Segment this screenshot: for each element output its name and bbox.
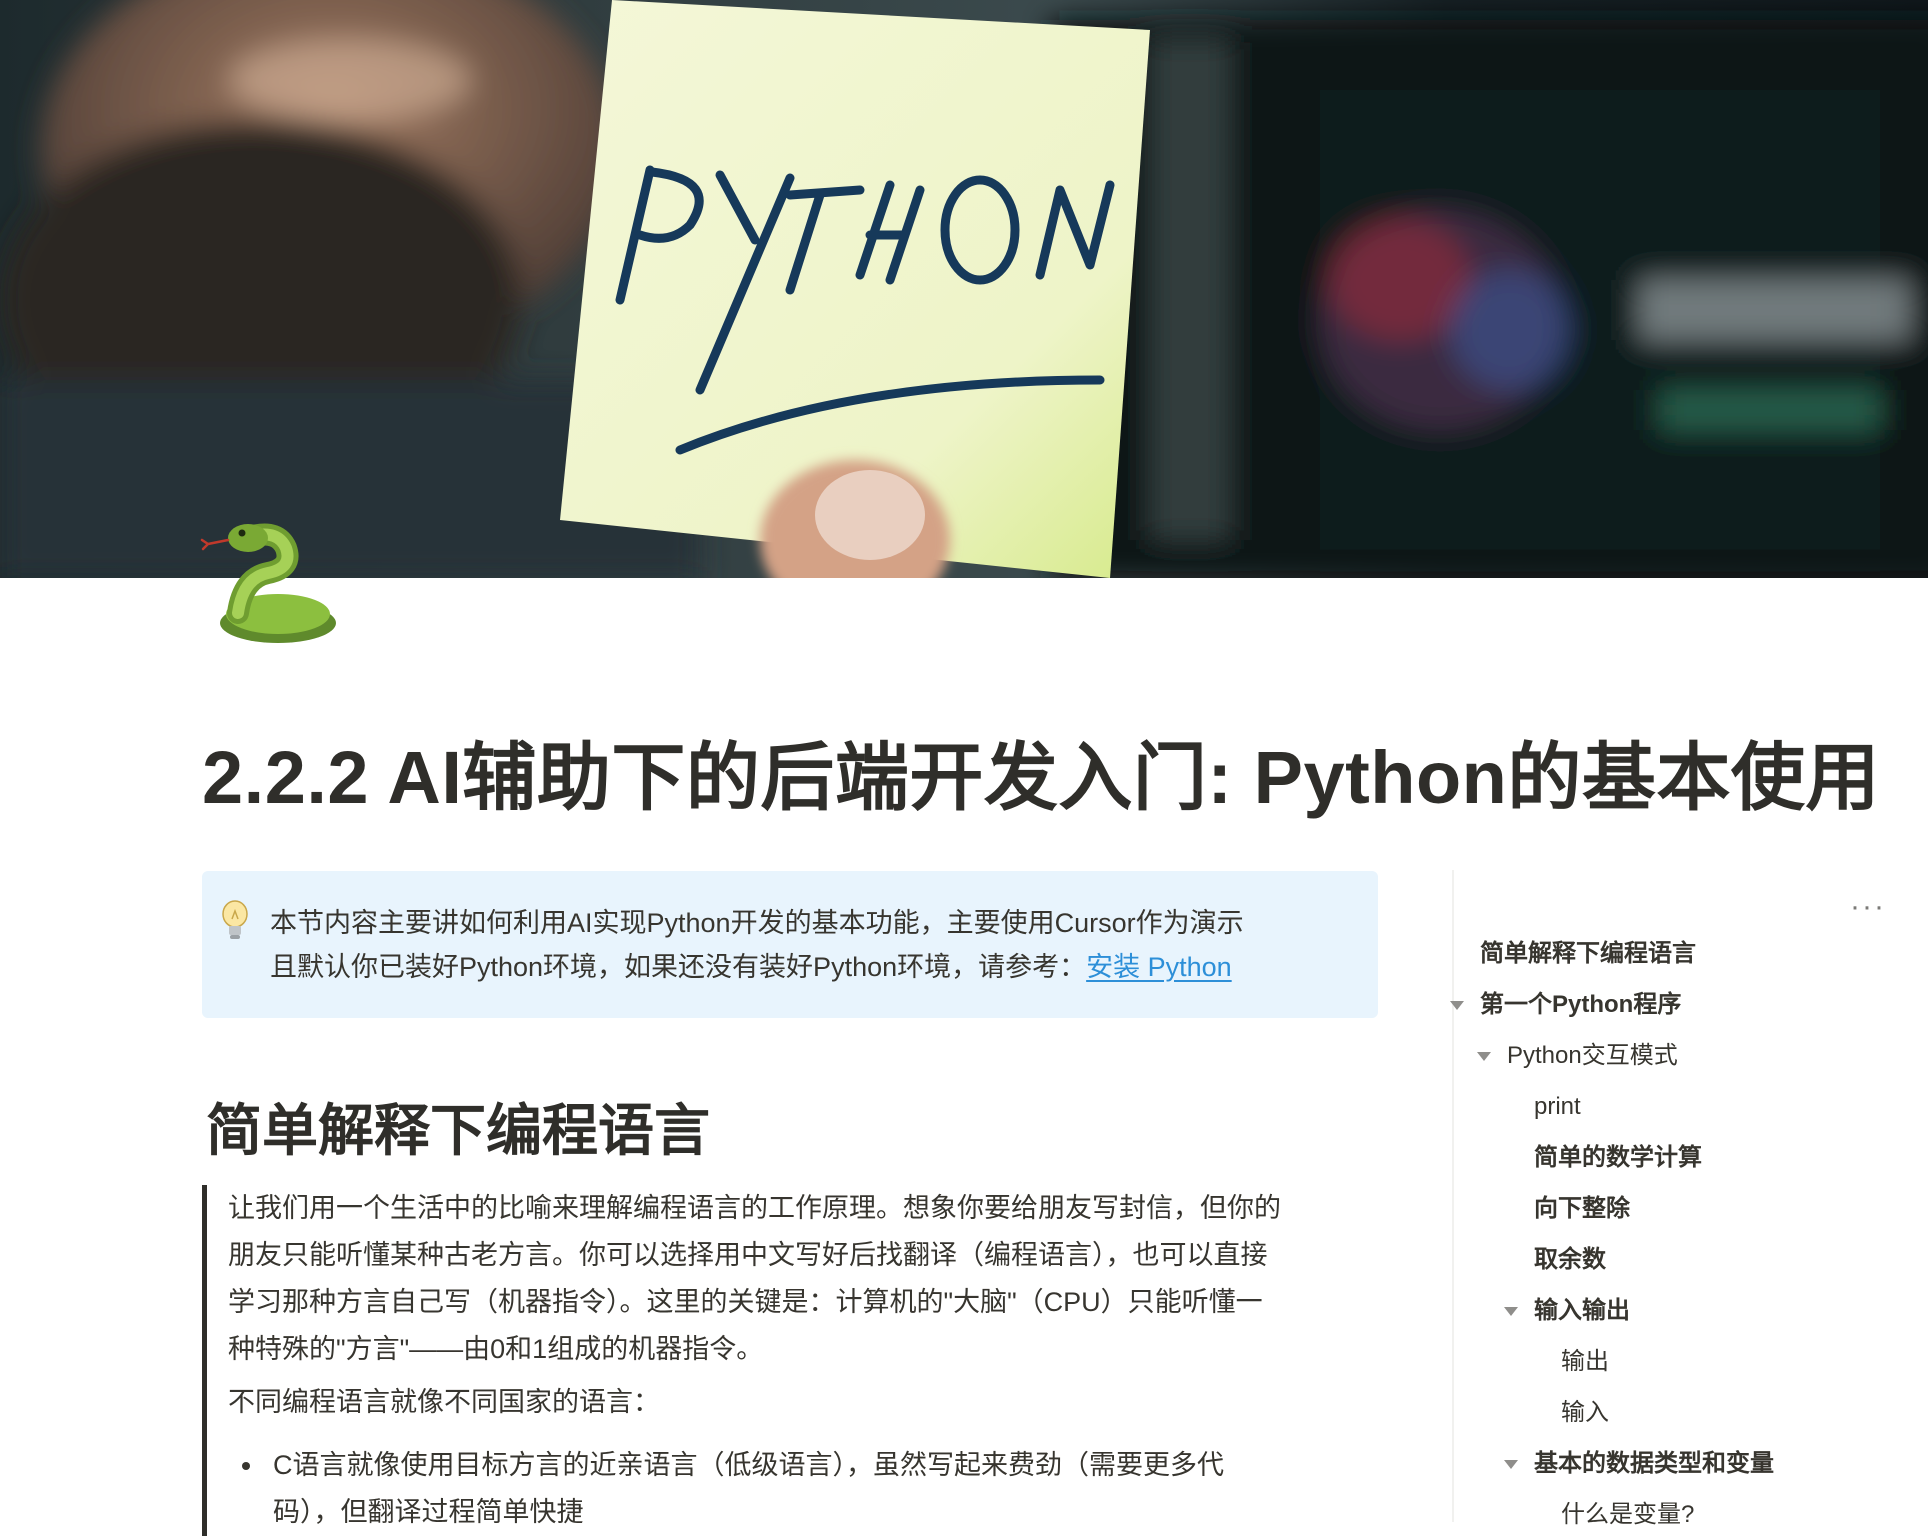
toc-item[interactable]: print	[1534, 1091, 1581, 1123]
toggle-triangle-icon[interactable]	[1504, 1307, 1518, 1316]
toc-item[interactable]: 输入	[1561, 1397, 1609, 1429]
quote-paragraph-1: 让我们用一个生活中的比喻来理解编程语言的工作原理。想象你要给朋友写封信，但你的 …	[228, 1185, 1382, 1373]
toc-item-label: 基本的数据类型和变量	[1534, 1450, 1774, 1477]
toggle-triangle-icon[interactable]	[1504, 1460, 1518, 1469]
toc-item[interactable]: 基本的数据类型和变量	[1504, 1448, 1774, 1480]
toc-item-label: 取余数	[1534, 1246, 1606, 1273]
toc-item[interactable]: 什么是变量?	[1561, 1499, 1694, 1531]
toggle-triangle-icon[interactable]	[1450, 1001, 1464, 1010]
page-title[interactable]: 2.2.2 AI辅助下的后端开发入门: Python的基本使用	[202, 718, 1880, 825]
quote-paragraph-2: 不同编程语言就像不同国家的语言：	[228, 1387, 660, 1417]
toc-item[interactable]: 向下整除	[1534, 1193, 1630, 1225]
quote-p1-line: 种特殊的"方言"——由0和1组成的机器指令。	[228, 1334, 764, 1364]
bullet-line: C语言就像使用目标方言的近亲语言（低级语言），虽然写起来费劲（需要更多代	[273, 1450, 1224, 1480]
callout-line-2: 且默认你已装好Python环境，如果还没有装好Python环境，请参考：安装 P…	[270, 945, 1244, 989]
toc-item[interactable]: Python交互模式	[1477, 1040, 1678, 1072]
lightbulb-icon	[220, 899, 250, 943]
toc-item-label: 输入	[1561, 1399, 1609, 1426]
callout-line-2-prefix: 且默认你已装好Python环境，如果还没有装好Python环境，请参考：	[270, 952, 1087, 982]
quote-p1-line: 学习那种方言自己写（机器指令）。这里的关键是：计算机的"大脑"（CPU）只能听懂…	[228, 1287, 1263, 1317]
toc-item[interactable]: 输入输出	[1504, 1295, 1630, 1327]
toc-item-label: 第一个Python程序	[1480, 991, 1682, 1018]
quote-p1-line: 朋友只能听懂某种古老方言。你可以选择用中文写好后找翻译（编程语言），也可以直接	[228, 1240, 1268, 1270]
toc-item-label: 什么是变量?	[1561, 1501, 1695, 1528]
cover-image[interactable]	[0, 0, 1928, 578]
snake-emoji-icon[interactable]	[198, 518, 348, 648]
more-options-icon[interactable]: ···	[1850, 890, 1886, 924]
toc-item-label: 简单解释下编程语言	[1480, 940, 1696, 967]
toc-item[interactable]: 简单的数学计算	[1534, 1142, 1702, 1174]
toggle-triangle-icon[interactable]	[1477, 1052, 1491, 1061]
install-python-link[interactable]: 安装 Python	[1086, 952, 1232, 982]
bullet-line: 码），但翻译过程简单快捷	[273, 1497, 584, 1527]
toc-item-label: 向下整除	[1534, 1195, 1630, 1222]
callout-line-1: 本节内容主要讲如何利用AI实现Python开发的基本功能，主要使用Cursor作…	[270, 908, 1244, 938]
toc-divider	[1452, 870, 1454, 1522]
toc-item[interactable]: 取余数	[1534, 1244, 1606, 1276]
toc-item-label: print	[1534, 1093, 1581, 1120]
toc-item-label: 输出	[1561, 1348, 1609, 1375]
callout-block[interactable]: 本节内容主要讲如何利用AI实现Python开发的基本功能，主要使用Cursor作…	[202, 871, 1378, 1018]
toc-item-label: 简单的数学计算	[1534, 1144, 1702, 1171]
callout-text: 本节内容主要讲如何利用AI实现Python开发的基本功能，主要使用Cursor作…	[270, 901, 1244, 989]
toc-item[interactable]: 简单解释下编程语言	[1480, 938, 1696, 970]
section-heading[interactable]: 简单解释下编程语言	[206, 1086, 710, 1167]
quote-block[interactable]: 让我们用一个生活中的比喻来理解编程语言的工作原理。想象你要给朋友写封信，但你的 …	[202, 1185, 1382, 1536]
quote-p1-line: 让我们用一个生活中的比喻来理解编程语言的工作原理。想象你要给朋友写封信，但你的	[228, 1193, 1281, 1223]
toc-item-label: Python交互模式	[1507, 1042, 1678, 1069]
toc-item-label: 输入输出	[1534, 1297, 1630, 1324]
toc-item[interactable]: 第一个Python程序	[1450, 989, 1682, 1021]
bullet-dot-icon	[242, 1462, 250, 1470]
toc-item[interactable]: 输出	[1561, 1346, 1609, 1378]
